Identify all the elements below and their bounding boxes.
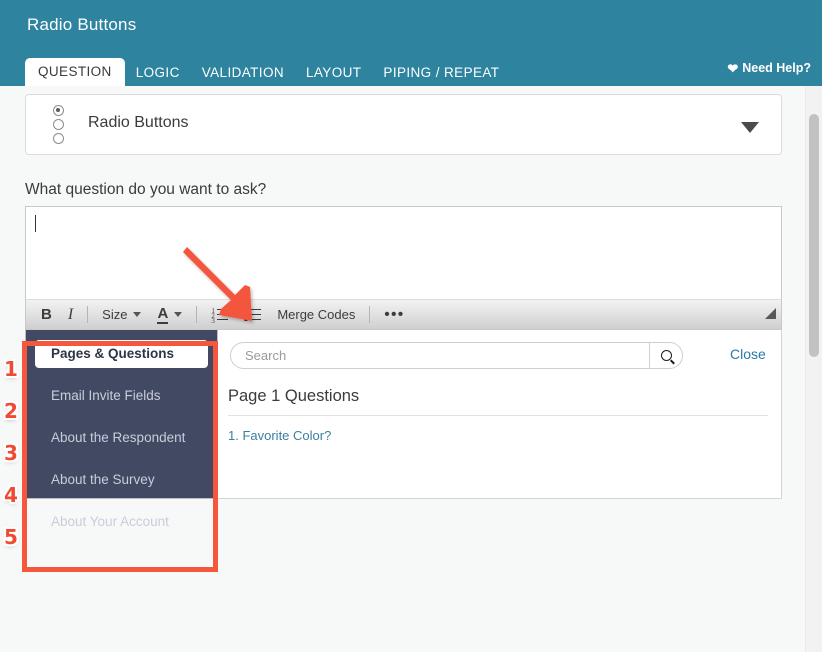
font-color-label: A <box>157 306 168 324</box>
rich-text-editor: B I Size A 1 2 3 <box>25 206 782 423</box>
tab-bar: QUESTION LOGIC VALIDATION LAYOUT PIPING … <box>25 58 510 86</box>
divider <box>228 415 768 416</box>
tab-validation[interactable]: VALIDATION <box>191 59 295 86</box>
unordered-list-button[interactable] <box>236 300 269 329</box>
need-help-label: Need Help? <box>742 61 811 75</box>
more-options-button[interactable]: ••• <box>376 300 412 329</box>
question-type-label: Radio Buttons <box>88 114 189 132</box>
tab-layout[interactable]: LAYOUT <box>295 59 372 86</box>
sidebar-item-email-invite-fields[interactable]: Email Invite Fields <box>35 382 208 410</box>
sidebar-item-about-the-survey[interactable]: About the Survey <box>35 466 208 494</box>
question-text-input[interactable] <box>25 206 782 299</box>
need-help-link[interactable]: ❤ Need Help? <box>727 61 811 77</box>
merge-codes-button[interactable]: Merge Codes <box>269 300 363 329</box>
ordered-list-button[interactable]: 1 2 3 <box>203 300 236 329</box>
search-box[interactable] <box>230 342 683 369</box>
size-button[interactable]: Size <box>94 300 149 329</box>
tab-piping-repeat[interactable]: PIPING / REPEAT <box>372 59 510 86</box>
radio-buttons-icon <box>53 105 71 147</box>
chevron-down-icon[interactable] <box>741 122 759 133</box>
search-icon <box>661 350 672 361</box>
merge-codes-panel: Pages & Questions Email Invite Fields Ab… <box>25 330 782 499</box>
toolbar-divider <box>87 306 88 323</box>
heart-icon: ❤ <box>727 61 738 77</box>
close-button[interactable]: Close <box>730 346 766 362</box>
question-prompt-label: What question do you want to ask? <box>25 181 266 199</box>
page-questions-heading: Page 1 Questions <box>228 387 359 406</box>
list-item[interactable]: 1. Favorite Color? <box>228 428 331 443</box>
search-row: Close <box>230 342 770 369</box>
toolbar-divider <box>369 306 370 323</box>
scrollbar-thumb[interactable] <box>809 114 819 357</box>
ordered-list-icon: 1 2 3 <box>211 308 228 322</box>
editor-toolbar: B I Size A 1 2 3 <box>25 299 782 330</box>
tab-logic[interactable]: LOGIC <box>125 59 191 86</box>
chevron-down-icon <box>174 312 182 317</box>
italic-button[interactable]: I <box>60 300 81 329</box>
text-caret <box>35 215 36 232</box>
search-button[interactable] <box>649 343 682 368</box>
merge-codes-main: Close Page 1 Questions 1. Favorite Color… <box>218 330 782 499</box>
merge-codes-sidebar: Pages & Questions Email Invite Fields Ab… <box>25 330 218 499</box>
application-window: Radio Buttons ❤ Need Help? QUESTION LOGIC… <box>0 0 822 652</box>
list-number-3: 3 <box>211 318 215 325</box>
vertical-scrollbar[interactable] <box>805 86 822 652</box>
page-title: Radio Buttons <box>27 15 136 35</box>
font-color-button[interactable]: A <box>149 300 190 329</box>
sidebar-item-pages-questions[interactable]: Pages & Questions <box>35 340 208 368</box>
toolbar-divider <box>196 306 197 323</box>
page-header: Radio Buttons ❤ Need Help? QUESTION LOGIC… <box>0 0 822 86</box>
resize-grip-icon[interactable] <box>765 308 776 319</box>
question-editor-content: Radio Buttons What question do you want … <box>0 86 806 652</box>
search-input[interactable] <box>231 347 649 364</box>
size-label: Size <box>102 307 127 322</box>
chevron-down-icon <box>133 312 141 317</box>
unordered-list-icon <box>244 308 261 322</box>
sidebar-item-about-your-account[interactable]: About Your Account <box>35 508 208 536</box>
sidebar-item-about-the-respondent[interactable]: About the Respondent <box>35 424 208 452</box>
bold-button[interactable]: B <box>26 300 60 329</box>
tab-question[interactable]: QUESTION <box>25 58 125 86</box>
question-type-select[interactable]: Radio Buttons <box>25 94 782 155</box>
